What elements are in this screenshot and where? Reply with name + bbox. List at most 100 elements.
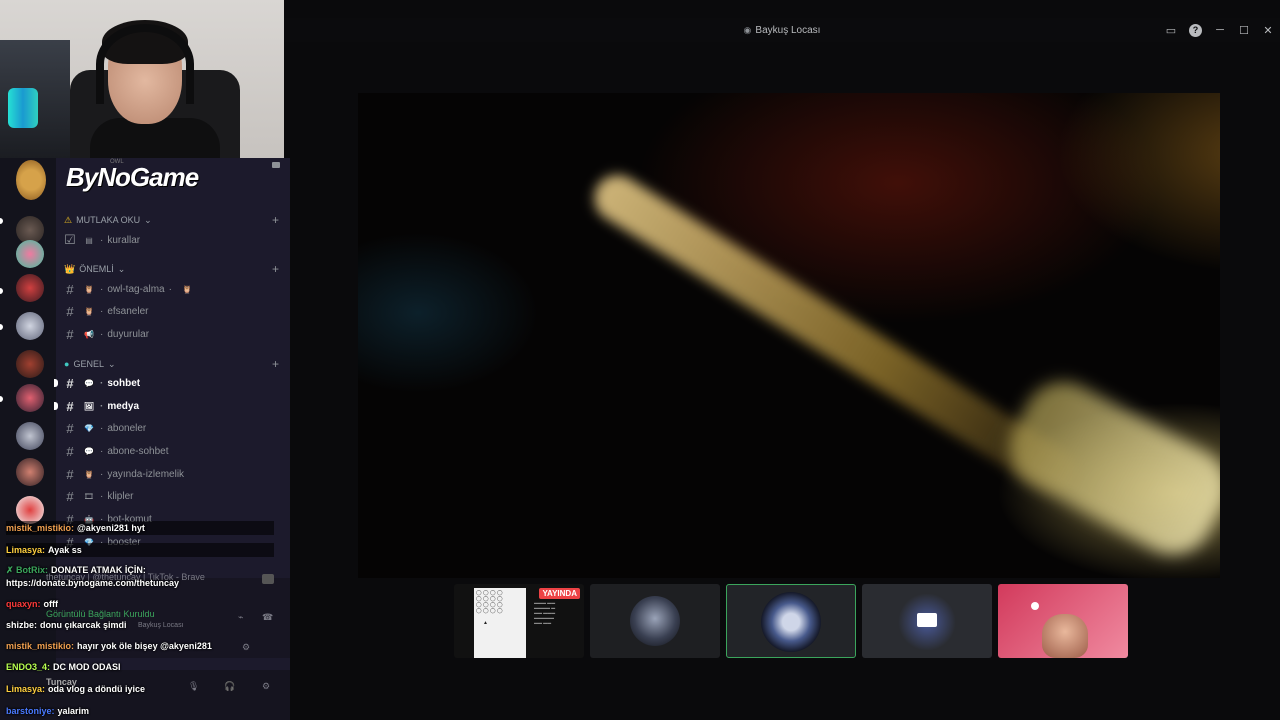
chat-message: ENDO3_4: DC MOD ODASI (6, 662, 121, 672)
chat-text: @akyeni281 hyt (77, 523, 145, 533)
separator-dot: · (168, 283, 172, 295)
server-icon[interactable] (16, 274, 44, 302)
chat-username: barstoniye: (6, 706, 55, 716)
participant-tile-screenshare[interactable]: ◯ ◯ ◯ ◯ ◯ ◯ ◯ ◯ ◯ ◯ ◯ ◯ ◯ ◯ ◯ ◯ ▲ ▬▬▬ ▬▬ ▬▬▬… (454, 584, 584, 658)
chat-message: shizbe: donu çıkarcak şimdi (6, 620, 127, 630)
help-icon[interactable]: ? (1189, 23, 1202, 37)
channel-abone-sohbet[interactable]: # 💬 · abone-sohbet (62, 441, 286, 461)
owl-icon: ◉ (743, 24, 752, 35)
chat-username: quaxyn: (6, 599, 41, 609)
rules-icon: ☑ (64, 232, 76, 247)
channel-label: efsaneler (107, 305, 149, 317)
participant-tile-active[interactable] (726, 584, 856, 658)
category-genel[interactable]: ● GENEL ⌄ + (64, 356, 279, 372)
separator-dot: · (100, 377, 104, 389)
category-onemli[interactable]: 👑 ÖNEMLİ ⌄ + (64, 261, 279, 277)
channel-emoji: ▤ (85, 235, 93, 245)
chat-message: mistik_mistikio: @akyeni281 hyt (6, 521, 274, 535)
chat-text: DONATE ATMAK İÇİN: (51, 565, 146, 575)
chevron-down-icon: ⌄ (107, 358, 116, 369)
channel-yayinda-izlemelik[interactable]: # 🦉 · yayında-izlemelik (62, 464, 286, 484)
channel-medya[interactable]: # 🖼 · medya (62, 396, 286, 416)
chat-text: offf (43, 599, 59, 609)
chat-message: barstoniye: yalarim (6, 706, 89, 716)
circle-icon: ● (64, 359, 70, 369)
chat-text: DC MOD ODASI (53, 662, 121, 672)
channel-label: klipler (107, 490, 134, 502)
channel-emoji: 🖼 (83, 401, 95, 411)
add-channel-icon[interactable]: + (272, 213, 279, 227)
window-title-text: Baykuş Locası (755, 24, 821, 36)
chat-text: oda vlog a döndü iyice (48, 684, 146, 694)
channel-sohbet[interactable]: # 💬 · sohbet (62, 373, 286, 393)
video-highlight (995, 367, 1220, 569)
camera-icon[interactable] (272, 162, 280, 168)
hash-icon: # (66, 303, 74, 319)
separator-dot: · (100, 400, 104, 412)
chat-username: Limasya: (6, 684, 46, 694)
channel-emoji: 💎 (84, 423, 94, 433)
separator-dot: · (100, 422, 104, 434)
participant-tile-4[interactable] (862, 584, 992, 658)
add-channel-icon[interactable]: + (272, 262, 279, 276)
channel-label: medya (107, 400, 140, 412)
channel-kurallar[interactable]: ☑ ▤ · kurallar (62, 230, 286, 250)
separator-dot: · (100, 234, 104, 246)
channel-label: owl-tag-alma (107, 283, 165, 295)
chat-username: ✗ BotRix: (6, 565, 49, 575)
server-icon[interactable] (16, 384, 44, 412)
category-mutlaka-oku[interactable]: ⚠ MUTLAKA OKU ⌄ + (64, 212, 279, 228)
separator-dot: · (100, 283, 104, 295)
warning-icon: ⚠ (64, 214, 73, 225)
server-icon[interactable] (16, 458, 44, 486)
participant-tile-2[interactable] (590, 584, 720, 658)
channel-label: sohbet (107, 377, 141, 389)
server-icon[interactable] (16, 312, 44, 340)
channel-emoji: 🦉 (84, 306, 94, 316)
participant-strip: ◯ ◯ ◯ ◯ ◯ ◯ ◯ ◯ ◯ ◯ ◯ ◯ ◯ ◯ ◯ ◯ ▲ ▬▬▬ ▬▬ ▬▬▬… (454, 584, 1128, 658)
live-badge: YAYINDA (539, 588, 580, 599)
separator-dot: · (100, 468, 104, 480)
chat-message: Limasya: Ayak ss (6, 543, 274, 557)
inbox-icon[interactable]: ▭ (1159, 18, 1183, 42)
camera-icon (917, 613, 937, 627)
hash-icon: # (66, 420, 74, 436)
banner-tag: OWL (110, 159, 124, 165)
minimize-button[interactable]: ─ (1208, 24, 1232, 36)
hash-icon: # (66, 466, 74, 482)
chat-text: yalarim (57, 706, 90, 716)
category-label: GENEL (73, 359, 104, 369)
channel-duyurular[interactable]: # 📢 · duyurular (62, 324, 286, 344)
participant-tile-5[interactable] (998, 584, 1128, 658)
hash-icon: # (66, 443, 74, 459)
server-icon[interactable] (16, 350, 44, 378)
unread-pip (0, 218, 3, 224)
owl-icon: 🦉 (181, 284, 192, 294)
hash-icon: # (66, 326, 74, 342)
main-video-stream[interactable] (358, 93, 1220, 578)
shared-screen-text: ▬▬▬ ▬▬ ▬▬▬▬ ▬ ▬▬ ▬▬▬ ▬▬▬▬▬ ▬▬ ▬▬ (534, 600, 556, 625)
title-bar-controls: ▭ ? ─ ☐ ✕ (1159, 18, 1280, 42)
speaking-indicator (1031, 602, 1039, 610)
server-icon[interactable] (16, 422, 44, 450)
server-banner[interactable]: ByNoGame OWL (0, 158, 290, 200)
chat-message: https://donate.bynogame.com/thetuncay (6, 578, 179, 588)
channel-klipler[interactable]: # 🎞 · klipler (62, 486, 286, 506)
channel-label: abone-sohbet (107, 445, 169, 457)
channel-emoji: 💬 (84, 378, 94, 388)
channel-owl-tag-alma[interactable]: # 🦉 · owl-tag-alma · 🦉 (62, 279, 286, 299)
close-button[interactable]: ✕ (1256, 24, 1280, 37)
maximize-button[interactable]: ☐ (1232, 24, 1256, 37)
add-channel-icon[interactable]: + (272, 357, 279, 371)
category-label: ÖNEMLİ (79, 264, 114, 274)
crown-icon: 👑 (64, 263, 76, 274)
chat-username: mistik_mistikio: (6, 641, 75, 651)
unread-indicator (54, 379, 58, 387)
window-title: ◉ Baykuş Locası (284, 25, 1280, 36)
separator-dot: · (100, 305, 104, 317)
channel-aboneler[interactable]: # 💎 · aboneler (62, 418, 286, 438)
server-icon[interactable] (16, 240, 44, 268)
chat-message: ✗ BotRix: DONATE ATMAK İÇİN: (6, 565, 146, 576)
channel-efsaneler[interactable]: # 🦉 · efsaneler (62, 301, 286, 321)
channel-label: aboneler (107, 422, 147, 434)
